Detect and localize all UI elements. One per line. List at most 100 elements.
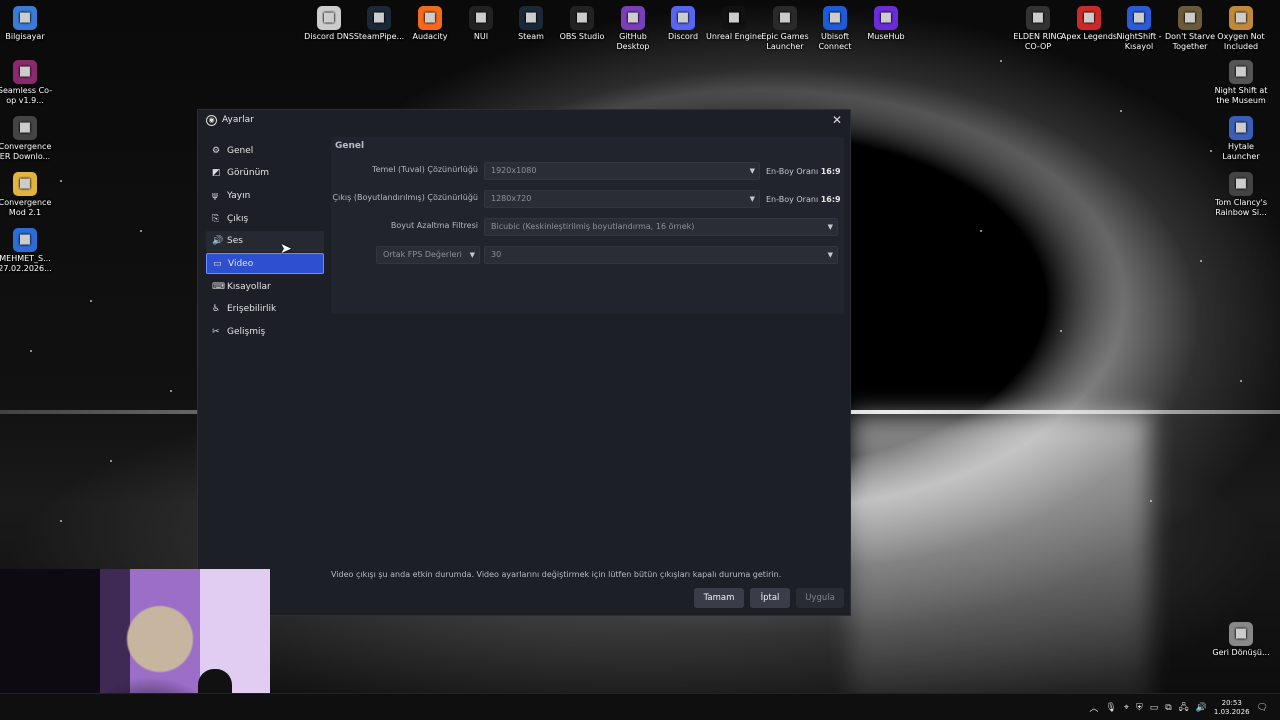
desktop-icon[interactable]: ■ Ubisoft Connect xyxy=(806,6,864,52)
settings-sidebar: ⚙ Genel ◩ Görünüm ψ Yayın ⎘ Çıkış 🔊 Ses ▭ Video ⌨ Kıs… xyxy=(206,140,324,610)
rainbow-icon: ■ xyxy=(1229,172,1253,196)
desktop-icon-label: Convergence ER Downlo... xyxy=(0,142,52,161)
sidebar-item-yayın[interactable]: ψ Yayın xyxy=(206,185,324,206)
fps-mode-combo[interactable]: Ortak FPS Değerleri ▼ xyxy=(376,246,480,264)
desktop-icon[interactable]: ■ SteamPipe... xyxy=(350,6,408,42)
display-icon[interactable]: ⧉ xyxy=(1165,703,1171,713)
github-icon: ■ xyxy=(621,6,645,30)
network-icon[interactable]: 🖧 xyxy=(1179,700,1189,716)
obs-app-icon: ◉ xyxy=(206,114,217,126)
microphone-tray-icon[interactable]: 🎙 xyxy=(1105,703,1116,713)
star xyxy=(110,460,112,462)
nui-icon: ■ xyxy=(469,6,493,30)
desktop-icon[interactable]: ■ Convergence Mod 2.1 xyxy=(0,172,54,218)
star xyxy=(1240,380,1242,382)
close-icon[interactable]: ✕ xyxy=(832,113,842,127)
star xyxy=(60,180,62,182)
obs-icon: ■ xyxy=(570,6,594,30)
desktop-icon[interactable]: ■ MuseHub xyxy=(857,6,915,42)
desktop-icon[interactable]: ■ Night Shift at the Museum xyxy=(1212,60,1270,106)
desktop-icon-label: GitHub Desktop xyxy=(616,32,650,51)
aspect-ratio-label: En-Boy Oranı xyxy=(766,167,819,176)
desktop-icon-label: Unreal Engine xyxy=(705,32,763,41)
desktop-icon[interactable]: ■ Geri Dönüşü... xyxy=(1212,622,1270,658)
video-active-notice: Video çıkışı şu anda etkin durumda. Vide… xyxy=(331,570,782,579)
desktop-icon[interactable]: ■ ELDEN RING CO-OP xyxy=(1009,6,1067,52)
notifications-icon[interactable]: 🗨 xyxy=(1257,703,1268,713)
desktop-icon[interactable]: ■ Bilgisayar xyxy=(0,6,54,42)
sidebar-item-gelişmiş[interactable]: ✂ Gelişmiş xyxy=(206,322,324,343)
sidebar-item-video[interactable]: ▭ Video xyxy=(206,253,324,275)
sidebar-item-label: Video xyxy=(228,258,254,269)
window-titlebar[interactable]: ◉ Ayarlar ✕ xyxy=(198,110,850,130)
output-resolution-combo[interactable]: 1280x720 ▼ xyxy=(484,190,760,208)
desktop-icon[interactable]: ■ Don't Starve Together xyxy=(1161,6,1219,52)
battery-icon[interactable]: ▭ xyxy=(1150,703,1159,713)
desktop-icon[interactable]: ■ Seamless Co-op v1.9... xyxy=(0,60,54,106)
steam-icon: ■ xyxy=(519,6,543,30)
recycle-bin-icon: ■ xyxy=(1229,622,1253,646)
sidebar-item-ses[interactable]: 🔊 Ses xyxy=(206,230,324,252)
desktop-icon[interactable]: ■ Audacity xyxy=(401,6,459,42)
desktop-icon[interactable]: ■ OBS Studio xyxy=(553,6,611,42)
fps-value-combo[interactable]: 30 ▼ xyxy=(484,246,838,264)
desktop-icon[interactable]: ■ Tom Clancy's Rainbow Si... xyxy=(1212,172,1270,218)
fps-mode-value: Ortak FPS Değerleri xyxy=(383,250,462,259)
sidebar-item-label: Gelişmiş xyxy=(227,327,266,337)
downscale-filter-label: Boyut Azaltma Filtresi xyxy=(390,221,478,230)
desktop-icon[interactable]: ■ Oxygen Not Included xyxy=(1212,6,1270,52)
desktop-icon[interactable]: ■ MEHMET_S... 27.02.2026... xyxy=(0,228,54,274)
location-icon[interactable]: ⌖ xyxy=(1124,703,1129,713)
musehub-icon: ■ xyxy=(874,6,898,30)
cancel-button[interactable]: İptal xyxy=(750,588,790,608)
desktop-icon-label: Ubisoft Connect xyxy=(818,32,852,51)
downscale-filter-combo[interactable]: Bicubic (Keskinleştirilmiş boyutlandırma… xyxy=(484,218,838,236)
desktop-icon[interactable]: ■ Hytale Launcher xyxy=(1212,116,1270,162)
antenna-icon: ψ xyxy=(212,190,218,201)
chevron-up-icon[interactable]: ︿ xyxy=(1089,701,1098,714)
sidebar-item-erişebilirlik[interactable]: ♿ Erişebilirlik xyxy=(206,299,324,320)
desktop-icon[interactable]: ■ Convergence ER Downlo... xyxy=(0,116,54,162)
desktop-icon-label: Apex Legends xyxy=(1060,32,1118,41)
volume-icon[interactable]: 🔊 xyxy=(1196,703,1207,713)
chevron-down-icon: ▼ xyxy=(749,195,755,203)
keyboard-icon: ⌨ xyxy=(212,281,225,292)
chevron-down-icon: ▼ xyxy=(469,251,475,259)
desktop-icon-label: Discord DNS xyxy=(304,32,354,41)
star xyxy=(140,230,142,232)
shield-icon[interactable]: ⛨ xyxy=(1136,703,1143,713)
output-aspect-ratio: En-Boy Oranı 16:9 xyxy=(766,195,841,204)
aspect-ratio-value: 16:9 xyxy=(820,195,841,204)
monitor-icon: ▭ xyxy=(213,258,222,269)
apex-icon: ■ xyxy=(1077,6,1101,30)
apply-button[interactable]: Uygula xyxy=(796,588,844,608)
window-title: Ayarlar xyxy=(222,115,254,125)
dst-icon: ■ xyxy=(1178,6,1202,30)
base-resolution-combo[interactable]: 1920x1080 ▼ xyxy=(484,162,760,180)
desktop-icon-label: NightShift - Kısayol xyxy=(1116,32,1162,51)
desktop-icon[interactable]: ■ Discord xyxy=(654,6,712,42)
wallpaper-reflection xyxy=(850,414,1150,714)
appearance-icon: ◩ xyxy=(212,168,221,179)
desktop-icon-label: Night Shift at the Museum xyxy=(1214,86,1268,105)
sidebar-item-label: Kısayollar xyxy=(227,281,271,292)
ok-button[interactable]: Tamam xyxy=(694,588,744,608)
section-title: Genel xyxy=(335,141,365,151)
output-resolution-value: 1280x720 xyxy=(491,194,532,203)
chevron-down-icon: ▼ xyxy=(827,223,833,231)
desktop-icon[interactable]: ■ Unreal Engine xyxy=(705,6,763,42)
desktop-icon[interactable]: ■ Steam xyxy=(502,6,560,42)
sidebar-item-genel[interactable]: ⚙ Genel xyxy=(206,140,324,161)
accessibility-icon: ♿ xyxy=(212,304,221,315)
desktop-icon-label: MuseHub xyxy=(867,32,905,41)
sidebar-item-kısayollar[interactable]: ⌨ Kısayollar xyxy=(206,276,324,297)
base-aspect-ratio: En-Boy Oranı 16:9 xyxy=(766,167,841,176)
sidebar-item-çıkış[interactable]: ⎘ Çıkış xyxy=(206,208,324,229)
aspect-ratio-label: En-Boy Oranı xyxy=(766,195,819,204)
clock[interactable]: 20:53 1.03.2026 xyxy=(1214,699,1250,717)
sidebar-item-görünüm[interactable]: ◩ Görünüm xyxy=(206,163,324,184)
taskbar: ︿ 🎙 ⌖ ⛨ ▭ ⧉ 🖧 🔊 20:53 1.03.2026 🗨 xyxy=(0,693,1280,720)
desktop-icon[interactable]: ■ NightShift - Kısayol xyxy=(1110,6,1168,52)
star xyxy=(90,300,92,302)
desktop-icon-label: Geri Dönüşü... xyxy=(1212,648,1270,657)
